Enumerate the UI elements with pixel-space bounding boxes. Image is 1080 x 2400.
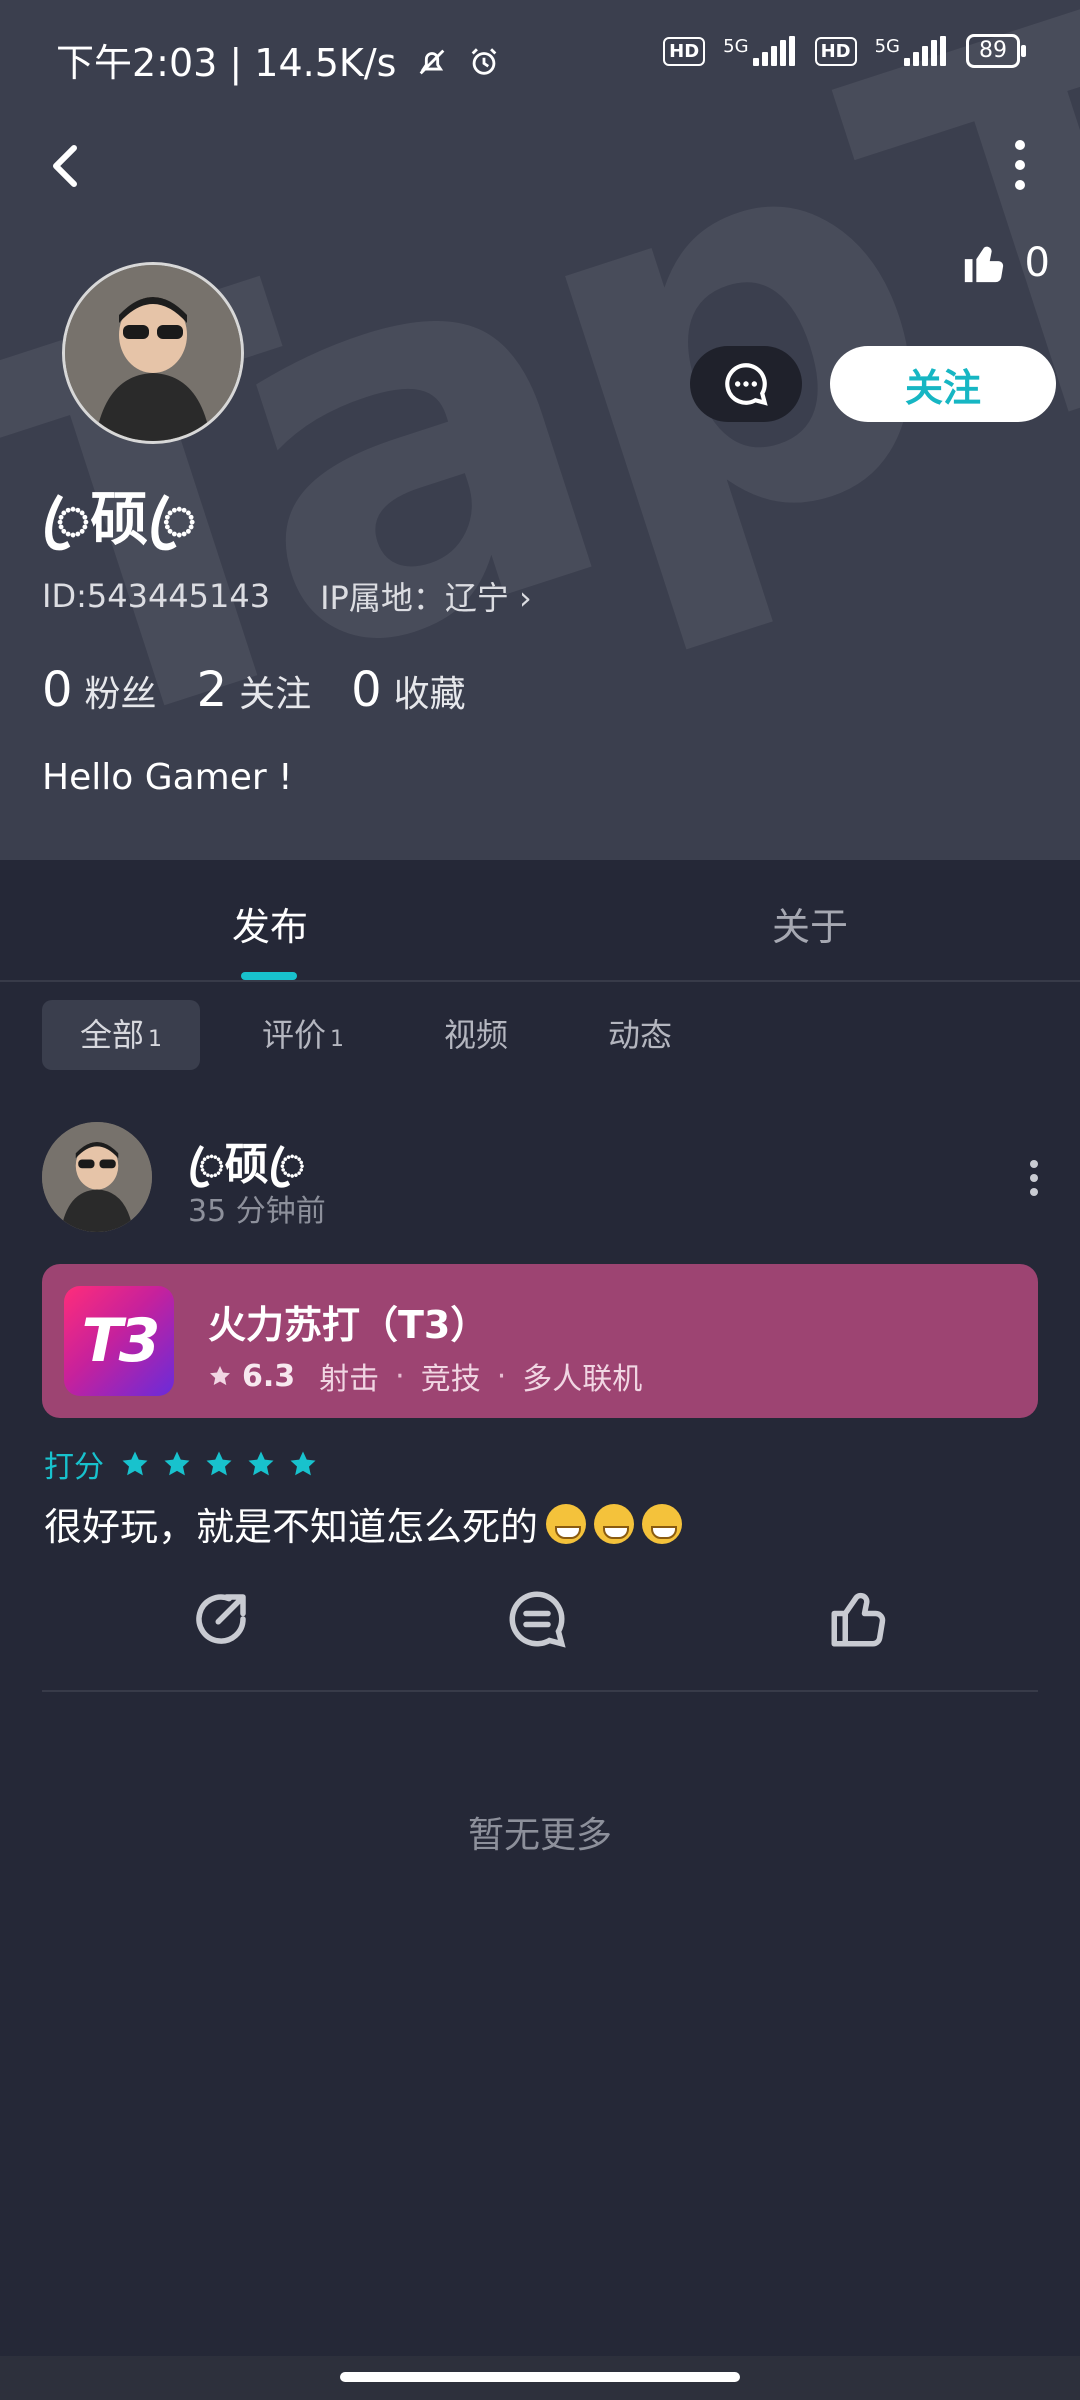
avatar-image	[42, 1122, 152, 1232]
network-type-2: 5G	[874, 36, 900, 57]
stat-number: 0	[351, 662, 382, 718]
status-time-text: 下午2:03 | 14.5K/s	[56, 41, 397, 85]
star-icon	[164, 1451, 190, 1476]
separator-dot: ·	[496, 1358, 507, 1394]
home-indicator[interactable]	[340, 2372, 740, 2382]
game-icon: T3	[64, 1286, 174, 1396]
hd-badge: HD	[663, 36, 706, 66]
post-actions	[42, 1580, 1038, 1660]
divider	[42, 1690, 1038, 1692]
filter-moments[interactable]: 动态	[570, 1000, 710, 1070]
stat-number: 0	[42, 662, 73, 718]
stat-favorites[interactable]: 0 收藏	[351, 662, 466, 718]
dot-icon	[1030, 1188, 1038, 1196]
tab-posts[interactable]: 发布	[120, 896, 420, 951]
thumbs-up-icon	[831, 1592, 886, 1647]
game-tag: 射击	[319, 1362, 380, 1397]
stat-number: 2	[196, 662, 228, 718]
signal-icon: 5G	[723, 36, 796, 66]
active-tab-indicator	[241, 972, 297, 980]
profile-header: TapTap 下午2:03 | 14.5K/s HD 5G HD 5G 89 0…	[0, 0, 1080, 860]
likes-counter[interactable]: 0	[961, 240, 1050, 286]
network-type: 5G	[723, 36, 749, 57]
filter-label: 视频	[444, 1016, 509, 1054]
post-timestamp: 35 分钟前	[188, 1194, 326, 1229]
filter-count: 1	[148, 1027, 163, 1052]
message-button[interactable]	[690, 346, 802, 422]
likes-count: 0	[1024, 240, 1050, 286]
review-rating: 打分	[44, 1442, 318, 1486]
signal-icon-2: 5G	[875, 36, 948, 66]
filter-videos[interactable]: 视频	[406, 1000, 546, 1070]
like-button[interactable]	[826, 1586, 892, 1652]
comment-button[interactable]	[504, 1586, 570, 1652]
mute-bell-icon	[415, 44, 449, 88]
star-icon	[248, 1451, 274, 1476]
hd-badge-2: HD	[814, 36, 857, 66]
rating-label: 打分	[44, 1450, 104, 1485]
battery-icon: 89	[966, 34, 1026, 68]
status-bar: 下午2:03 | 14.5K/s HD 5G HD 5G 89	[0, 0, 1080, 110]
stat-label: 关注	[239, 674, 312, 715]
stat-fans[interactable]: 0 粉丝	[42, 662, 157, 718]
filter-all[interactable]: 全部 1	[42, 1000, 201, 1070]
dot-icon	[1030, 1160, 1038, 1168]
user-id: ID:543445143	[42, 577, 271, 615]
star-icon	[122, 1451, 148, 1476]
post-author-avatar[interactable]	[42, 1122, 152, 1232]
stat-following[interactable]: 2 关注	[197, 662, 312, 718]
profile-bio: Hello Gamer !	[42, 757, 293, 798]
dot-icon	[1015, 140, 1025, 150]
grinning-emoji-icon	[594, 1503, 635, 1544]
follow-button[interactable]: 关注	[830, 346, 1056, 422]
dot-icon	[1015, 160, 1025, 170]
thumbs-up-icon	[964, 246, 1003, 283]
dot-icon	[1030, 1174, 1038, 1182]
separator-dot: ·	[395, 1358, 405, 1394]
comment-icon	[509, 1591, 566, 1648]
star-icon	[210, 1366, 230, 1386]
filter-label: 全部	[80, 1016, 145, 1054]
grinning-emoji-icon	[546, 1503, 587, 1544]
share-button[interactable]	[188, 1586, 254, 1652]
ip-location-link[interactable]: IP属地：辽宁 ›	[320, 573, 532, 619]
status-icons: HD 5G HD 5G 89	[663, 34, 1026, 68]
chat-bubble-icon	[725, 363, 768, 406]
filter-label: 动态	[608, 1016, 673, 1054]
status-time: 下午2:03 | 14.5K/s	[56, 32, 501, 88]
tab-about[interactable]: 关于	[660, 896, 960, 951]
back-button[interactable]	[40, 130, 100, 200]
filter-count: 1	[330, 1027, 345, 1052]
review-text: 很好玩，就是不知道怎么死的	[44, 1496, 683, 1551]
game-score: 6.3	[242, 1358, 296, 1394]
game-name: 火力苏打（T3）	[208, 1303, 489, 1347]
star-icon	[290, 1451, 316, 1476]
avatar-image	[65, 265, 241, 441]
chevron-left-icon	[53, 145, 77, 187]
more-options-button[interactable]	[1000, 140, 1040, 190]
stat-label: 收藏	[393, 674, 466, 715]
game-icon-text: T3	[81, 1306, 161, 1376]
stat-label: 粉丝	[84, 674, 157, 715]
grinning-emoji-icon	[642, 1503, 683, 1544]
id-line: ID:543445143 IP属地：辽宁 ›	[42, 573, 532, 619]
profile-stats: 0 粉丝 2 关注 0 收藏	[42, 662, 466, 718]
star-icon	[206, 1451, 232, 1476]
profile-avatar[interactable]	[62, 262, 244, 444]
game-tag: 多人联机	[522, 1362, 643, 1397]
dot-icon	[1015, 180, 1025, 190]
alarm-icon	[467, 44, 501, 88]
share-icon	[196, 1594, 246, 1644]
game-tag: 竞技	[420, 1362, 481, 1397]
post-more-button[interactable]	[1028, 1160, 1040, 1196]
filter-reviews[interactable]: 评价 1	[224, 1000, 382, 1070]
no-more-text: 暂无更多	[467, 1815, 612, 1856]
review-body: 很好玩，就是不知道怎么死的	[44, 1505, 539, 1549]
game-card[interactable]: T3 火力苏打（T3） 6.3 射击 · 竞技 · 多人联机	[42, 1264, 1038, 1418]
profile-tabs: 发布 关于	[0, 860, 1080, 982]
game-meta: 6.3 射击 · 竞技 · 多人联机	[208, 1354, 642, 1398]
filter-chips: 全部 1 评价 1 视频 动态	[42, 1000, 710, 1070]
filter-label: 评价	[262, 1016, 327, 1054]
